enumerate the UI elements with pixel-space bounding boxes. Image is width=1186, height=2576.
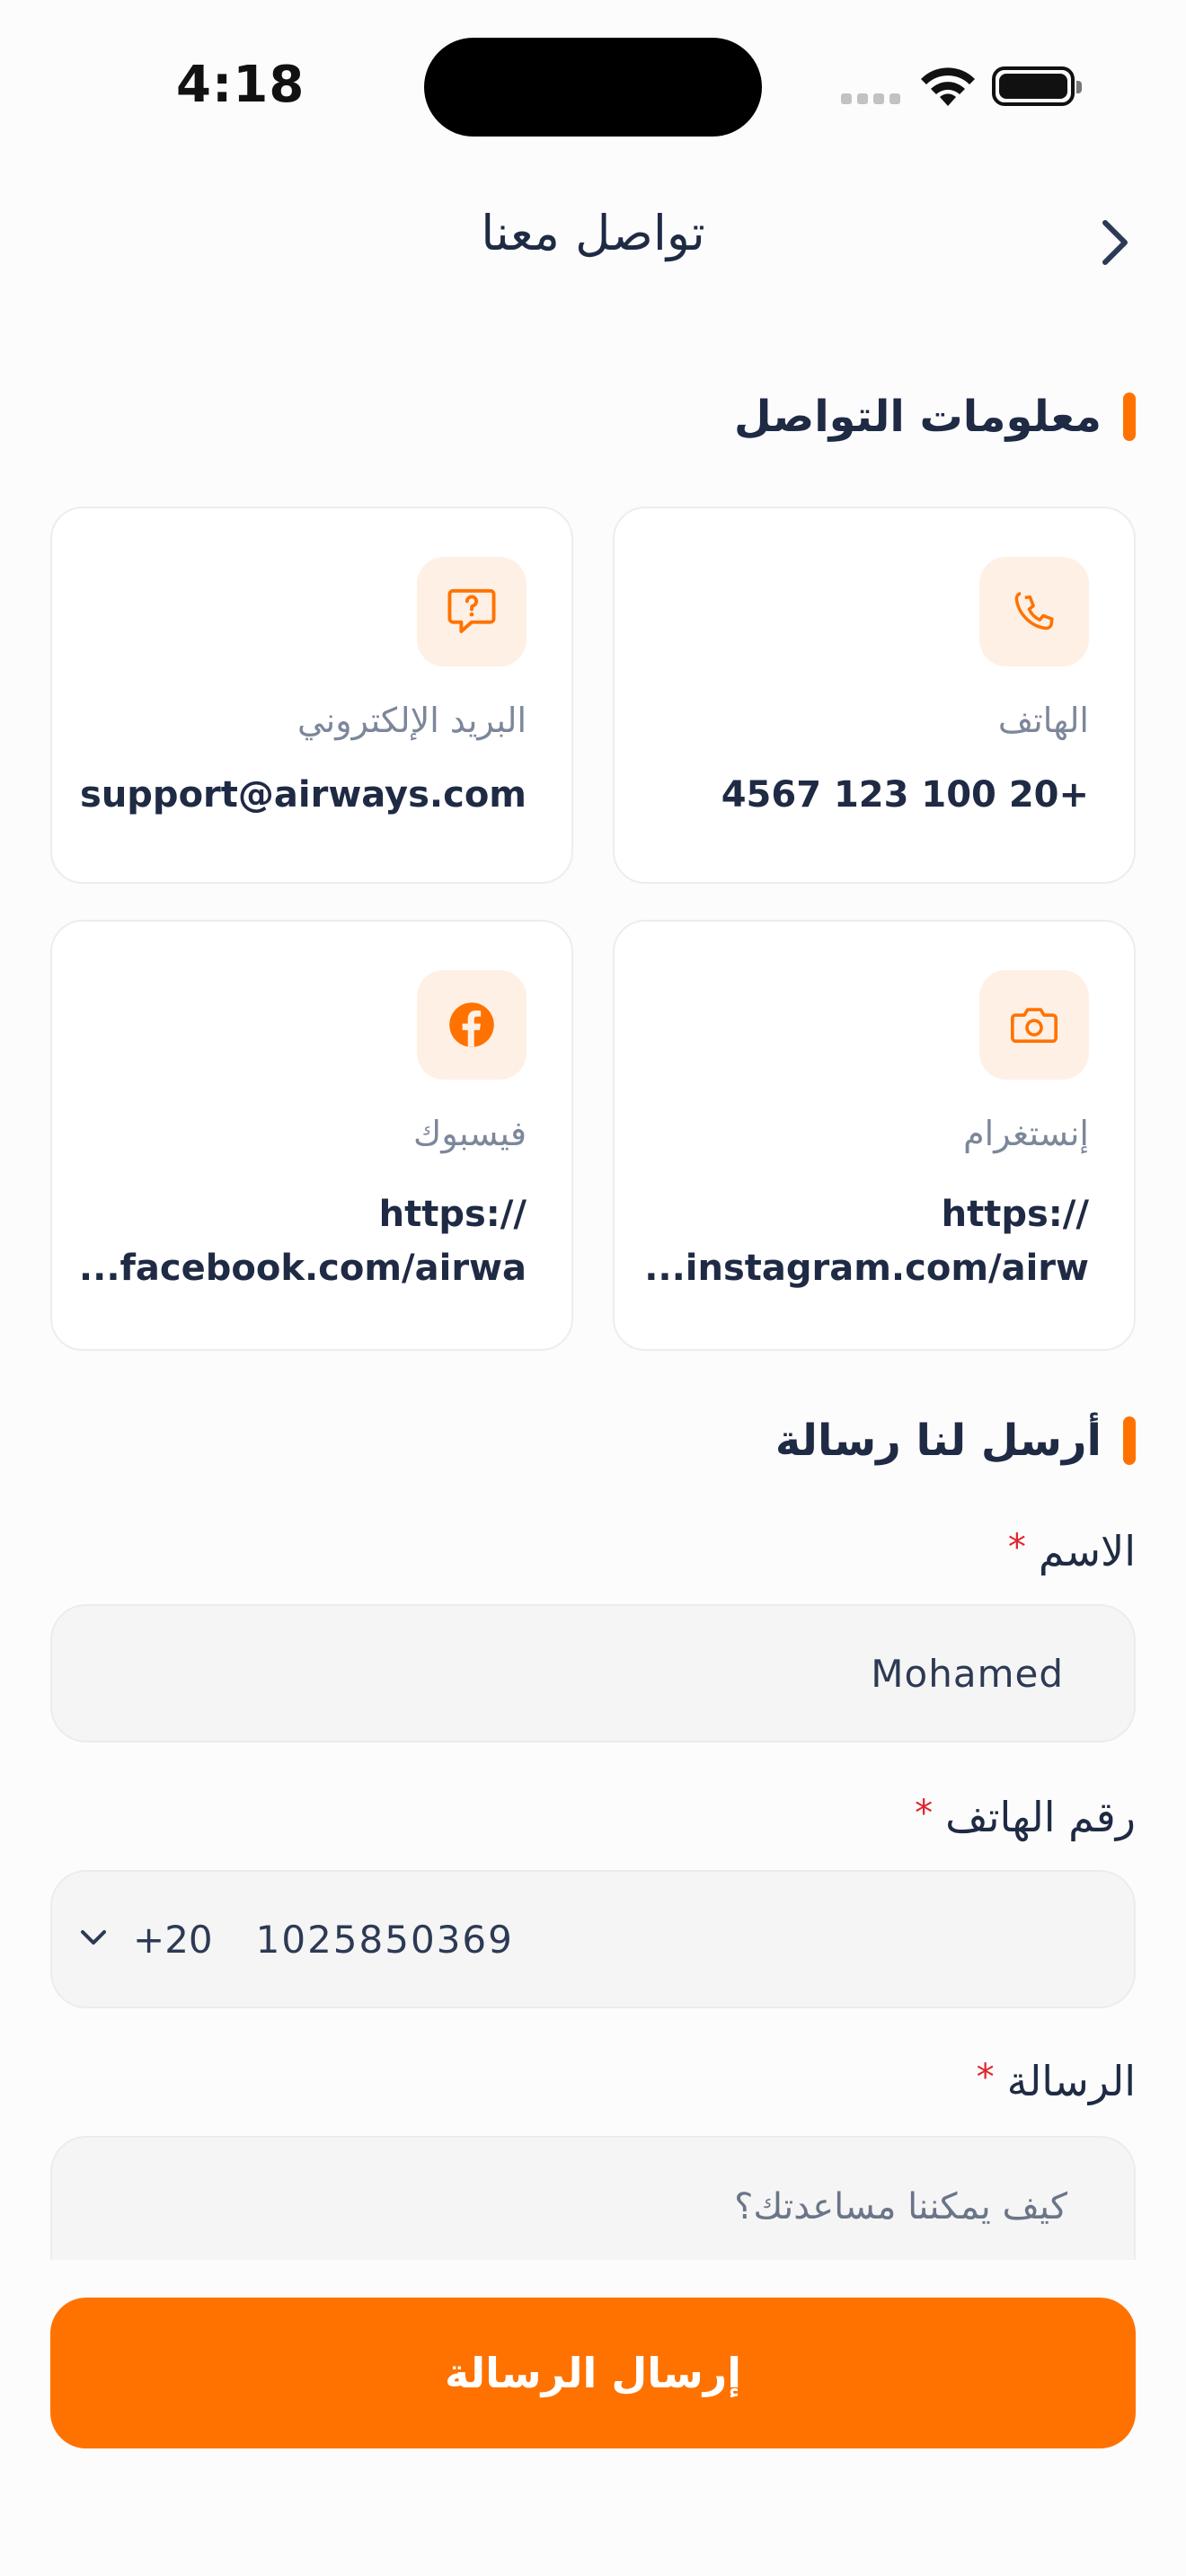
chat-question-icon bbox=[417, 557, 527, 666]
label-text: الرسالة bbox=[1006, 2057, 1136, 2105]
name-field[interactable] bbox=[50, 1604, 1136, 1742]
name-label: الاسم * bbox=[1008, 1527, 1136, 1575]
card-label: البريد الإلكتروني bbox=[297, 701, 527, 740]
wifi-icon bbox=[916, 65, 979, 113]
instagram-card[interactable]: إنستغرام https:// ...instagram.com/airw bbox=[613, 920, 1136, 1351]
required-mark: * bbox=[1007, 1527, 1026, 1568]
country-code[interactable]: +20 bbox=[133, 1918, 213, 1962]
card-value: https:// ...instagram.com/airw bbox=[622, 1187, 1089, 1295]
label-text: الاسم bbox=[1038, 1527, 1136, 1575]
send-message-heading: أرسل لنا رسالة bbox=[775, 1416, 1136, 1466]
phone-icon bbox=[979, 557, 1089, 666]
phone-label: رقم الهاتف * bbox=[915, 1793, 1136, 1841]
chevron-down-icon[interactable] bbox=[75, 1919, 111, 1959]
contact-info-heading: معلومات التواصل bbox=[734, 392, 1136, 442]
facebook-icon bbox=[417, 970, 527, 1080]
back-chevron-icon[interactable] bbox=[1087, 216, 1141, 269]
email-card[interactable]: البريد الإلكتروني support@airways.com bbox=[50, 507, 573, 884]
phone-field[interactable]: +20 1025850369 bbox=[50, 1870, 1136, 2008]
card-label: فيسبوك bbox=[413, 1114, 527, 1153]
required-mark: * bbox=[976, 2057, 995, 2098]
message-textarea[interactable]: كيف يمكننا مساعدتك؟ bbox=[50, 2136, 1136, 2280]
section-title: أرسل لنا رسالة bbox=[774, 1416, 1102, 1466]
required-mark: * bbox=[915, 1793, 934, 1834]
card-value-line: ...facebook.com/airwa bbox=[78, 1248, 527, 1289]
phone-number-value[interactable]: 1025850369 bbox=[256, 1918, 514, 1962]
name-input[interactable] bbox=[52, 1606, 1134, 1741]
dynamic-island bbox=[424, 38, 762, 137]
accent-bar bbox=[1123, 393, 1136, 441]
card-value-line: ...instagram.com/airw bbox=[644, 1248, 1089, 1289]
message-placeholder: كيف يمكننا مساعدتك؟ bbox=[734, 2186, 1067, 2228]
message-label: الرسالة * bbox=[977, 2057, 1136, 2105]
card-value-line: https:// bbox=[378, 1194, 527, 1235]
page-title: تواصل معنا bbox=[481, 205, 705, 261]
phone-card[interactable]: الهاتف 4567 123 100 20+ bbox=[613, 507, 1136, 884]
battery-icon bbox=[992, 66, 1082, 106]
label-text: رقم الهاتف bbox=[945, 1793, 1136, 1841]
card-label: إنستغرام bbox=[963, 1114, 1089, 1153]
card-label: الهاتف bbox=[997, 701, 1089, 740]
section-title: معلومات التواصل bbox=[733, 392, 1102, 442]
card-value: 4567 123 100 20+ bbox=[721, 774, 1089, 816]
card-value: https:// ...facebook.com/airwa bbox=[59, 1187, 527, 1295]
camera-icon bbox=[979, 970, 1089, 1080]
cellular-signal-icon bbox=[841, 93, 900, 104]
status-time: 4:18 bbox=[176, 56, 305, 114]
send-message-button[interactable]: إرسال الرسالة bbox=[50, 2298, 1136, 2448]
facebook-card[interactable]: فيسبوك https:// ...facebook.com/airwa bbox=[50, 920, 573, 1351]
accent-bar bbox=[1123, 1416, 1136, 1465]
card-value-line: https:// bbox=[941, 1194, 1089, 1235]
card-value: support@airways.com bbox=[80, 774, 527, 816]
